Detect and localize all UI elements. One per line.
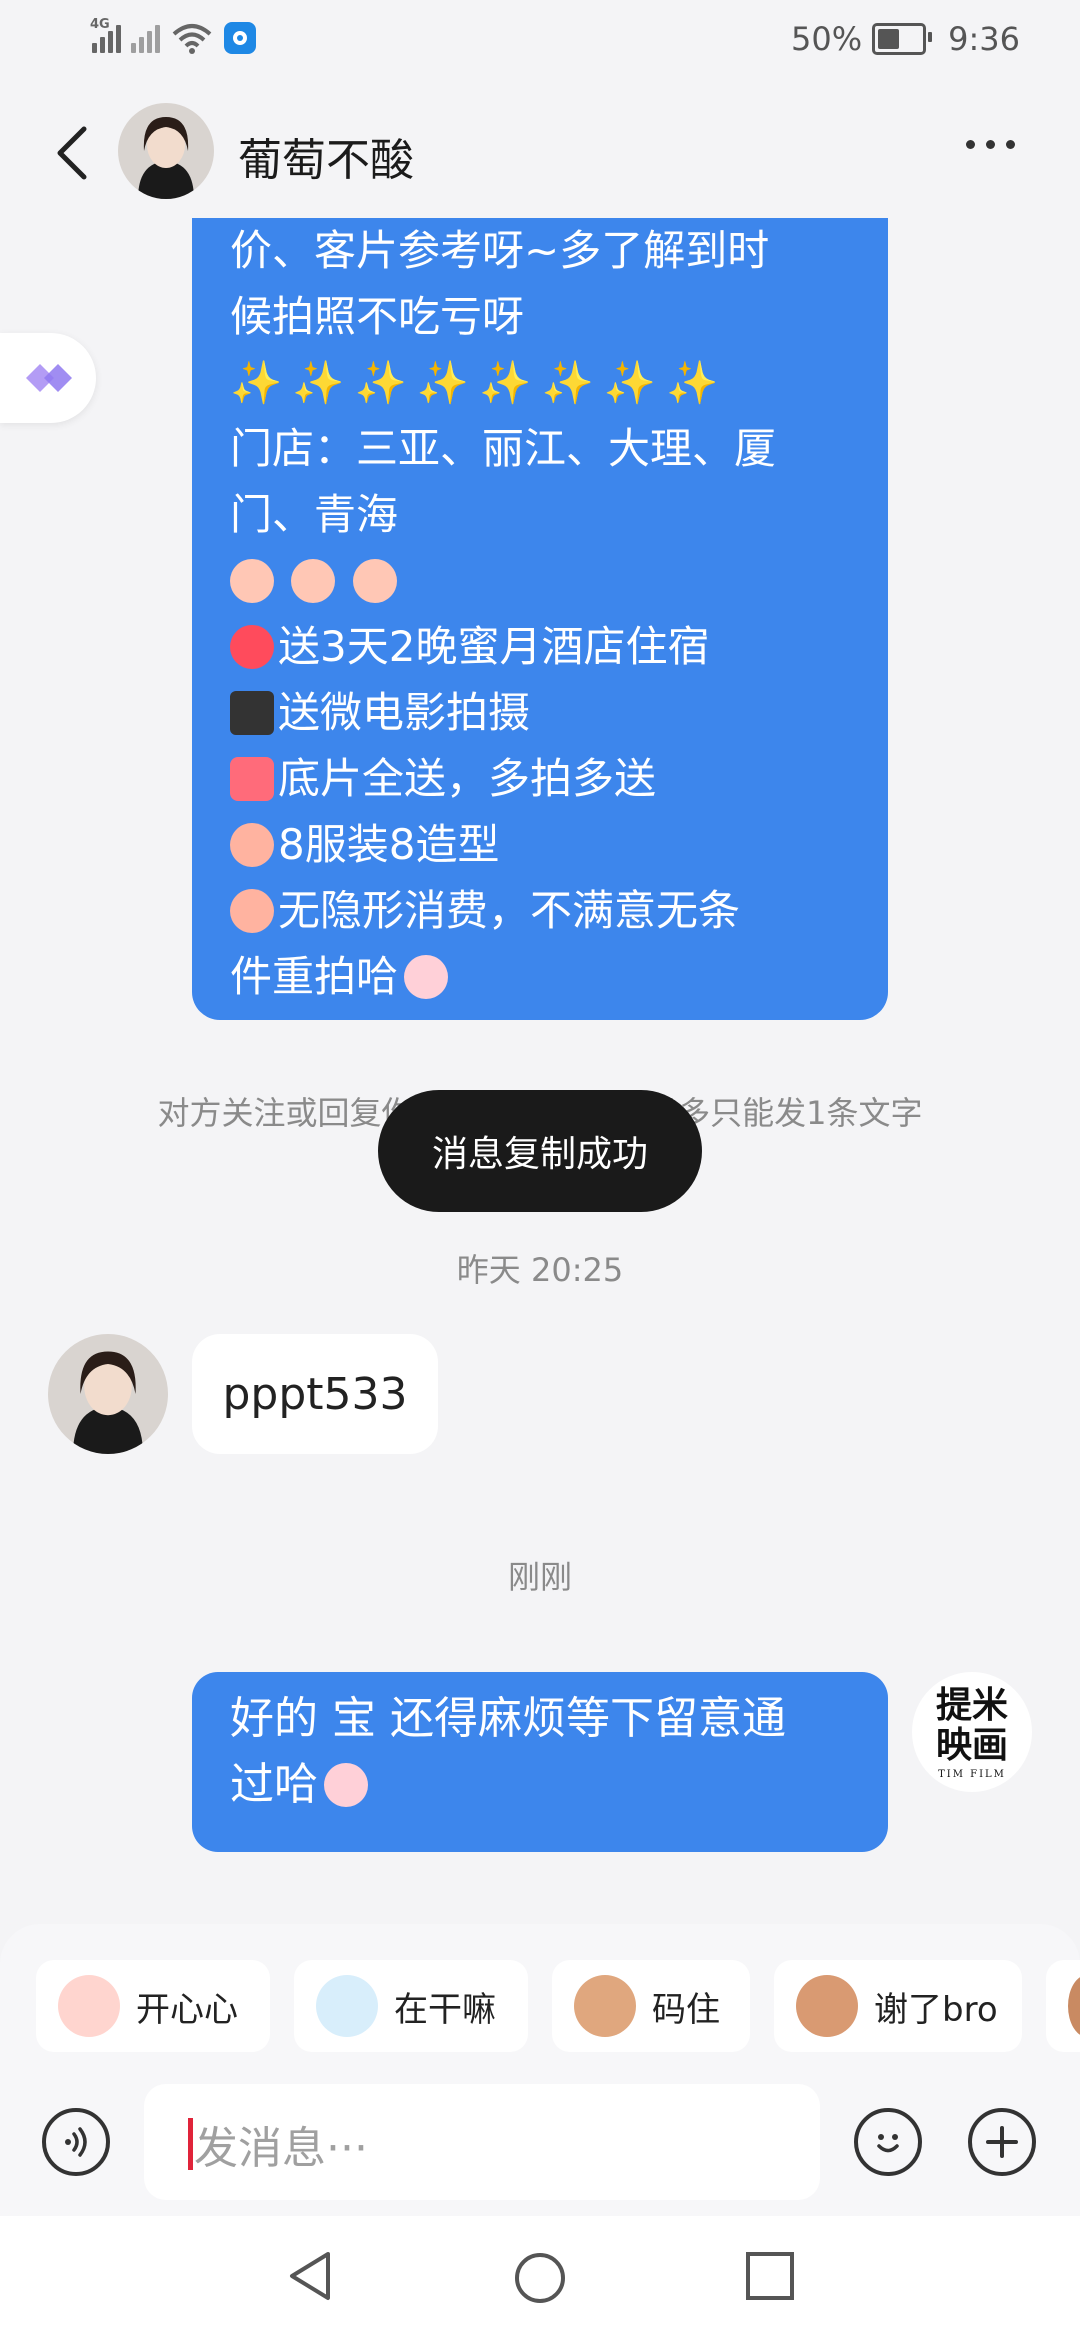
clapperboard-icon (230, 691, 274, 735)
contact-avatar[interactable] (118, 103, 214, 199)
nav-recents-icon[interactable] (744, 2250, 796, 2302)
timestamp-now: 刚刚 (507, 1558, 572, 1596)
quick-reply-label: 谢了bro (874, 1989, 998, 2030)
promo-item-nofee-text: 无隐形消费，不满意无条 (278, 886, 741, 935)
promo-line-1: 价、客片参考呀~多了解到时 (230, 226, 770, 275)
incoming-promo-bubble[interactable]: 价、客片参考呀~多了解到时 候拍照不吃亏呀 ✨✨✨✨✨✨✨✨ 门店：三亚、丽江、… (192, 218, 888, 1020)
side-float-tab[interactable] (0, 333, 96, 423)
monkey-sticker-icon (574, 1975, 636, 2037)
sparkles-line: ✨✨✨✨✨✨✨✨ (230, 358, 729, 407)
clap-emoji-row (230, 548, 858, 614)
clap-icon (291, 559, 336, 603)
clap-icon (230, 559, 274, 603)
clock: 9:36 (948, 20, 1020, 58)
promo-item-film: 送微电影拍摄 (230, 680, 858, 746)
check-badge-icon (230, 625, 274, 669)
back-arrow-icon[interactable] (50, 125, 94, 181)
camera-icon (230, 757, 274, 801)
thumbs-up-icon (230, 823, 274, 867)
plus-icon (986, 2126, 1018, 2158)
thumbs-up-icon (230, 889, 274, 933)
signal-icon: 4G (90, 17, 121, 53)
quick-reply-chip-5[interactable] (1046, 1960, 1080, 2052)
nav-home-icon[interactable] (512, 2250, 568, 2306)
my-avatar-text-2: 映画 (935, 1723, 1008, 1766)
promo-item-hotel: 送3天2晚蜜月酒店住宿 (230, 614, 858, 680)
contact-avatar-message[interactable] (48, 1334, 168, 1454)
battery-fill (878, 29, 900, 49)
clap-icon (352, 559, 397, 603)
nav-back-icon[interactable] (284, 2248, 334, 2304)
my-avatar-subtext: TIM FILM (938, 1768, 1006, 1780)
promo-item-outfits-text: 8服装8造型 (278, 820, 500, 869)
promo-item-negatives: 底片全送，多拍多送 (230, 746, 858, 812)
promo-item-hotel-text: 送3天2晚蜜月酒店住宿 (278, 622, 710, 671)
peach-face-icon (324, 1763, 368, 1807)
battery-icon (872, 23, 933, 55)
promo-item-nofee-2: 件重拍哈 (230, 944, 858, 1010)
more-options-icon[interactable] (966, 140, 1015, 149)
message-input-placeholder: 发消息··· (194, 2123, 368, 2174)
status-left: 4G (90, 17, 256, 54)
outgoing-message-bubble[interactable]: 好的 宝 还得麻烦等下留意通 过哈 (192, 1672, 888, 1852)
quick-reply-label: 在干嘛 (394, 1989, 496, 2030)
voice-wave-icon (65, 2127, 87, 2157)
outgoing-line-2: 过哈 (230, 1752, 858, 1818)
text-cursor (188, 2118, 193, 2170)
monkey-sticker-icon (1068, 1975, 1080, 2037)
quick-reply-chip-1[interactable]: 开心心 (36, 1960, 270, 2052)
incoming-reply-bubble[interactable]: pppt533 (192, 1334, 438, 1454)
status-bar: 4G 50% 9:36 (0, 0, 1080, 90)
quick-reply-label: 开心心 (136, 1989, 238, 2030)
peach-face-icon (404, 955, 449, 999)
more-actions-button[interactable] (968, 2108, 1036, 2176)
my-avatar[interactable]: 提米 映画 TIM FILM (912, 1672, 1032, 1792)
outgoing-line-1: 好的 宝 还得麻烦等下留意通 (230, 1693, 786, 1744)
outgoing-line-2-text: 过哈 (230, 1759, 318, 1810)
megaphone-sticker-icon (316, 1975, 378, 2037)
timestamp-yesterday: 昨天 20:25 (456, 1251, 624, 1289)
contact-name: 葡萄不酸 (238, 135, 414, 186)
quick-reply-chip-2[interactable]: 在干嘛 (294, 1960, 528, 2052)
my-avatar-text-1: 提米 (935, 1683, 1008, 1726)
quick-reply-label: 码住 (652, 1989, 720, 2030)
promo-item-film-text: 送微电影拍摄 (278, 688, 531, 737)
battery-percent: 50% (791, 20, 863, 58)
signal-icon-2 (131, 23, 160, 53)
voice-input-button[interactable] (42, 2108, 110, 2176)
contact-photo-icon (118, 103, 214, 199)
promo-line-stores: 门店：三亚、丽江、大理、厦 (230, 424, 777, 473)
promo-line-stores-2: 门、青海 (230, 490, 399, 539)
promo-item-nofee-2-text: 件重拍哈 (230, 952, 399, 1001)
promo-line-2: 候拍照不吃亏呀 (230, 292, 525, 341)
status-right: 50% 9:36 (791, 20, 1020, 58)
notification-app-icon (224, 22, 256, 54)
promo-item-negatives-text: 底片全送，多拍多送 (278, 754, 657, 803)
emoji-button[interactable] (854, 2108, 922, 2176)
happy-sticker-icon (58, 1975, 120, 2037)
promo-item-outfits: 8服装8造型 (230, 812, 858, 878)
system-navigation-bar (0, 2216, 1080, 2340)
wifi-icon (172, 24, 212, 54)
network-type-label: 4G (90, 17, 110, 32)
diamond-link-icon (26, 364, 72, 392)
promo-item-nofee: 无隐形消费，不满意无条 (230, 878, 858, 944)
monkey-sticker-icon (796, 1975, 858, 2037)
quick-reply-chip-4[interactable]: 谢了bro (774, 1960, 1022, 2052)
contact-photo-icon (48, 1334, 168, 1454)
copy-success-toast: 消息复制成功 (378, 1090, 702, 1212)
smiley-face-icon (877, 2134, 899, 2153)
quick-reply-chip-3[interactable]: 码住 (552, 1960, 750, 2052)
